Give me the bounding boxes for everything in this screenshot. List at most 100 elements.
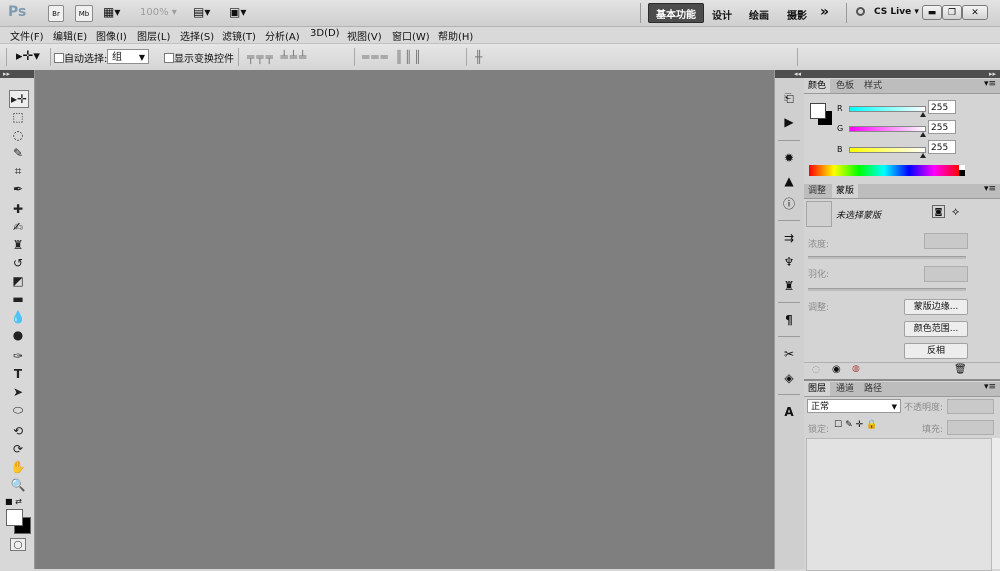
menu-help[interactable]: 帮助(H) xyxy=(438,28,473,43)
blue-value-input[interactable]: 255 xyxy=(928,140,956,154)
workspace-photography[interactable]: 摄影 xyxy=(787,7,807,22)
actions-panel-icon[interactable]: ▶ xyxy=(781,114,797,130)
layers-list[interactable] xyxy=(806,438,992,571)
navigator-panel-icon[interactable]: ▲ xyxy=(781,173,797,189)
marquee-tool-icon[interactable]: ⬚ xyxy=(9,109,27,125)
healing-brush-tool-icon[interactable]: ✚ xyxy=(9,201,27,217)
more-workspaces-button[interactable]: » xyxy=(820,4,829,20)
red-value-input[interactable]: 255 xyxy=(928,100,956,114)
auto-align-icon[interactable]: ╫ xyxy=(475,50,484,64)
character-panel-icon[interactable]: A xyxy=(781,404,797,420)
menu-3d[interactable]: 3D(D) xyxy=(310,28,340,39)
zoom-tool-icon[interactable]: 🔍 xyxy=(9,477,27,493)
path-selection-tool-icon[interactable]: ➤ xyxy=(9,384,27,400)
shape-tool-icon[interactable]: ⬭ xyxy=(9,402,27,418)
tab-channels[interactable]: 通道 xyxy=(832,382,858,396)
color-range-button[interactable]: 颜色范围... xyxy=(904,321,968,337)
add-pixel-mask-icon[interactable]: ◙ xyxy=(932,205,945,218)
dodge-tool-icon[interactable]: ● xyxy=(9,327,27,343)
quick-selection-tool-icon[interactable]: ✎ xyxy=(9,145,27,161)
arrange-documents-icon[interactable]: ▤▾ xyxy=(193,5,210,19)
delete-mask-icon[interactable]: 🗑 xyxy=(954,364,967,375)
tab-color[interactable]: 颜色 xyxy=(804,79,831,93)
menu-filter[interactable]: 滤镜(T) xyxy=(222,28,256,43)
type-tool-icon[interactable]: T xyxy=(9,366,27,382)
screen-mode-icon[interactable]: ▣▾ xyxy=(229,5,246,19)
clone-stamp-tool-icon[interactable]: ♜ xyxy=(9,237,27,253)
3d-panel-icon[interactable]: ✹ xyxy=(781,150,797,166)
minimize-button[interactable]: ▬ xyxy=(922,5,942,20)
auto-select-dropdown[interactable]: 组 ▼ xyxy=(107,49,149,64)
black-swatch[interactable] xyxy=(959,170,965,176)
tools-panel-header[interactable]: ▸▸ xyxy=(0,70,34,78)
show-transform-checkbox[interactable] xyxy=(164,53,174,63)
foreground-color-swatch[interactable] xyxy=(6,509,23,526)
restore-button[interactable]: ❐ xyxy=(942,5,962,20)
view-extras-icon[interactable]: ▦▾ xyxy=(103,5,120,19)
tab-paths[interactable]: 路径 xyxy=(860,382,886,396)
layers-scrollbar[interactable] xyxy=(991,438,1000,569)
workspace-painting[interactable]: 绘画 xyxy=(749,7,769,22)
tab-adjustments[interactable]: 调整 xyxy=(804,184,830,198)
menu-file[interactable]: 文件(F) xyxy=(10,28,44,43)
lasso-tool-icon[interactable]: ◌ xyxy=(9,127,27,143)
menu-edit[interactable]: 编辑(E) xyxy=(53,28,87,43)
tool-presets-panel-icon[interactable]: ✂ xyxy=(781,346,797,362)
cs-live-button[interactable]: CS Live ▾ xyxy=(874,7,919,17)
history-panel-icon[interactable]: ⎗ xyxy=(781,90,797,106)
hand-tool-icon[interactable]: ✋ xyxy=(9,459,27,475)
menu-select[interactable]: 选择(S) xyxy=(180,28,214,43)
brush-tool-icon[interactable]: ✍ xyxy=(9,219,27,235)
align-buttons-icon[interactable]: ╤╤╤ ╧╧╧ xyxy=(247,50,308,64)
red-slider-thumb[interactable] xyxy=(920,112,926,117)
paragraph-panel-icon[interactable]: ¶ xyxy=(781,312,797,328)
blue-slider-thumb[interactable] xyxy=(920,153,926,158)
eyedropper-tool-icon[interactable]: ✒ xyxy=(9,181,27,197)
red-slider[interactable] xyxy=(849,106,926,112)
invert-button[interactable]: 反相 xyxy=(904,343,968,359)
green-slider-thumb[interactable] xyxy=(920,132,926,137)
brushes-panel-icon[interactable]: ♆ xyxy=(781,254,797,270)
menu-analysis[interactable]: 分析(A) xyxy=(265,28,300,43)
quick-mask-icon[interactable]: ◯ xyxy=(10,538,26,551)
add-vector-mask-icon[interactable]: ⟡ xyxy=(952,205,959,219)
menu-window[interactable]: 窗口(W) xyxy=(392,28,430,43)
mask-edge-button[interactable]: 蒙版边缘... xyxy=(904,299,968,315)
panel-menu-icon[interactable]: ▾≡ xyxy=(984,184,996,194)
color-spectrum-bar[interactable] xyxy=(809,165,959,176)
brush-presets-panel-icon[interactable]: ⇉ xyxy=(781,230,797,246)
eraser-tool-icon[interactable]: ◩ xyxy=(9,273,27,289)
menu-view[interactable]: 视图(V) xyxy=(347,28,382,43)
clone-source-panel-icon[interactable]: ♜ xyxy=(781,278,797,294)
3d-rotate-tool-icon[interactable]: ⟲ xyxy=(9,423,27,439)
load-selection-icon[interactable]: ◌ xyxy=(812,365,820,375)
dock-header[interactable]: ◂◂ xyxy=(775,70,804,78)
3d-orbit-tool-icon[interactable]: ⟳ xyxy=(9,441,27,457)
menu-image[interactable]: 图像(I) xyxy=(96,28,127,43)
tab-layers[interactable]: 图层 xyxy=(804,382,831,396)
panels-header[interactable]: ▸▸ xyxy=(804,70,1000,78)
history-brush-tool-icon[interactable]: ↺ xyxy=(9,255,27,271)
mini-bridge-button[interactable]: Mb xyxy=(75,5,93,22)
move-tool-icon[interactable]: ▸✛ xyxy=(9,90,29,108)
foreground-color-swatch[interactable] xyxy=(810,103,826,119)
blue-slider[interactable] xyxy=(849,147,926,153)
tab-styles[interactable]: 样式 xyxy=(860,79,886,93)
blend-mode-dropdown[interactable]: 正常 ▼ xyxy=(807,399,901,413)
workspace-essentials[interactable]: 基本功能 xyxy=(648,3,704,23)
tab-masks[interactable]: 蒙版 xyxy=(832,184,859,198)
close-button[interactable]: ✕ xyxy=(962,5,988,20)
panel-menu-icon[interactable]: ▾≡ xyxy=(984,79,996,89)
green-slider[interactable] xyxy=(849,126,926,132)
green-value-input[interactable]: 255 xyxy=(928,120,956,134)
tab-swatches[interactable]: 色板 xyxy=(832,79,858,93)
lock-icons[interactable]: ☐✎✛🔒 xyxy=(834,420,880,430)
panel-menu-icon[interactable]: ▾≡ xyxy=(984,382,996,392)
zoom-level[interactable]: 100% ▾ xyxy=(140,7,177,18)
crop-tool-icon[interactable]: ⌗ xyxy=(9,163,27,179)
document-canvas[interactable] xyxy=(35,70,774,569)
blur-tool-icon[interactable]: 💧 xyxy=(9,309,27,325)
distribute-buttons-icon[interactable]: ═══ ║║║ xyxy=(362,50,423,64)
disable-mask-icon[interactable]: ◍ xyxy=(852,364,860,374)
move-tool-preset-icon[interactable]: ▸✛▾ xyxy=(16,49,40,64)
